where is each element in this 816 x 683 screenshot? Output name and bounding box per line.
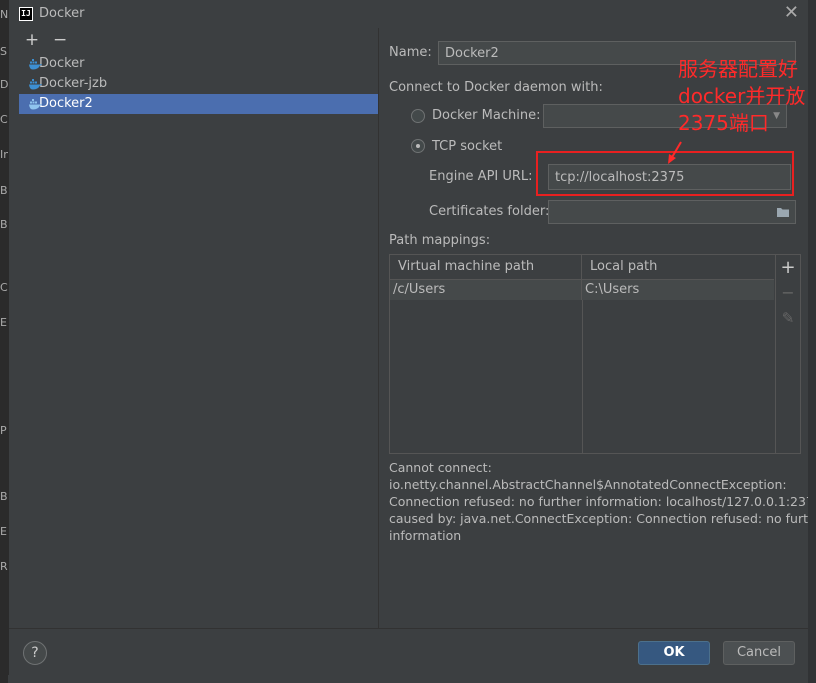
docker-whale-icon: [29, 99, 42, 110]
ok-button[interactable]: OK: [638, 641, 710, 665]
list-item-docker[interactable]: Docker: [19, 54, 378, 74]
list-item-label: Docker-jzb: [39, 76, 108, 91]
window-title: Docker: [39, 6, 85, 21]
error-line: io.netty.channel.AbstractChannel$Annotat…: [389, 477, 787, 492]
remove-configuration-button[interactable]: −: [51, 30, 69, 50]
table-row[interactable]: /c/Users C:\Users: [390, 280, 774, 300]
bg-letter: C: [0, 113, 8, 126]
certificates-folder-label: Certificates folder:: [429, 204, 550, 219]
cancel-button[interactable]: Cancel: [723, 641, 795, 665]
bg-letter: S: [0, 45, 7, 58]
list-item-docker-jzb[interactable]: Docker-jzb: [19, 74, 378, 94]
remove-mapping-button[interactable]: −: [776, 283, 800, 302]
column-header-local-path[interactable]: Local path: [582, 255, 774, 279]
table-header: Virtual machine path Local path: [390, 255, 774, 280]
column-header-virtual-machine-path[interactable]: Virtual machine path: [390, 255, 582, 279]
bg-letter: E: [0, 525, 7, 538]
name-label: Name:: [389, 45, 432, 60]
path-mappings-table: Virtual machine path Local path /c/Users…: [389, 254, 801, 454]
annotation-arrow-icon: [668, 141, 682, 164]
connection-error-message: Cannot connect: io.netty.channel.Abstrac…: [389, 459, 816, 544]
docker-whale-icon: [29, 79, 42, 90]
table-actions-toolbar: + − ✎: [775, 255, 800, 453]
folder-icon[interactable]: [776, 206, 791, 218]
column-divider: [582, 300, 583, 453]
bg-letter: P: [0, 424, 7, 437]
bg-letter: B: [0, 184, 8, 197]
connect-label: Connect to Docker daemon with:: [389, 80, 603, 95]
background-window-strip: N S D C In B B C E P B E R: [0, 0, 10, 683]
bg-letter: B: [0, 490, 8, 503]
close-icon[interactable]: ✕: [784, 2, 799, 23]
tcp-socket-label: TCP socket: [432, 139, 503, 154]
configurations-panel: + − Docker Docker-jzb Docker2: [9, 28, 379, 628]
title-bar[interactable]: IJ Docker ✕: [9, 0, 816, 28]
bg-letter: N: [0, 8, 9, 21]
intellij-app-icon: IJ: [19, 7, 33, 21]
window-edge: [808, 0, 816, 683]
error-line: Cannot connect:: [389, 460, 492, 475]
docker-machine-label: Docker Machine:: [432, 108, 541, 123]
path-mappings-label: Path mappings:: [389, 233, 491, 248]
tcp-socket-radio[interactable]: [411, 139, 425, 153]
error-line: Connection refused: no further informati…: [389, 494, 816, 509]
list-item-label: Docker: [39, 56, 85, 71]
annotation-line: 2375端口: [678, 111, 769, 135]
list-item-docker2[interactable]: Docker2: [19, 94, 378, 114]
bg-letter: R: [0, 560, 8, 573]
docker-machine-radio[interactable]: [411, 109, 425, 123]
dialog-footer: ? OK Cancel: [9, 628, 816, 676]
list-item-label: Docker2: [39, 96, 93, 111]
error-line: information: [389, 528, 462, 543]
annotation-line: 服务器配置好: [678, 57, 798, 81]
engine-api-url-label: Engine API URL:: [429, 169, 533, 184]
annotation-line: docker并开放: [678, 84, 806, 108]
docker-configuration-list: Docker Docker-jzb Docker2: [19, 54, 378, 114]
cell-local-path[interactable]: C:\Users: [582, 280, 774, 300]
annotation-note: 服务器配置好 docker并开放 2375端口: [678, 56, 805, 137]
edit-mapping-icon[interactable]: ✎: [776, 309, 800, 327]
add-mapping-button[interactable]: +: [776, 257, 800, 278]
error-line: caused by: java.net.ConnectException: Co…: [389, 511, 816, 526]
help-button[interactable]: ?: [23, 641, 47, 665]
bg-letter: B: [0, 218, 8, 231]
cell-virtual-machine-path[interactable]: /c/Users: [390, 280, 582, 300]
bg-letter: E: [0, 316, 7, 329]
certificates-folder-field[interactable]: [548, 200, 796, 224]
add-configuration-button[interactable]: +: [23, 30, 41, 50]
bg-letter: C: [0, 281, 8, 294]
list-toolbar: + −: [23, 30, 75, 50]
docker-whale-icon: [29, 59, 42, 70]
